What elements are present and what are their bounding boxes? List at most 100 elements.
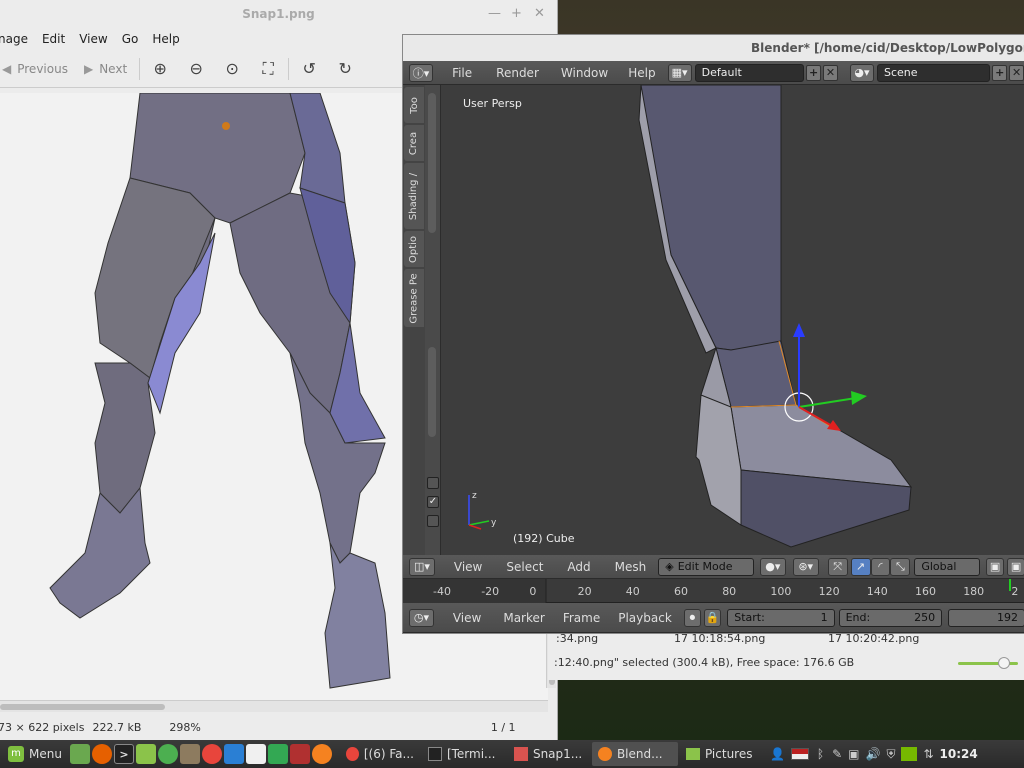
lock-icon[interactable]: 🔒 (704, 608, 722, 627)
task-chrome[interactable]: [(6) Fa... (340, 742, 420, 766)
tab-shading[interactable]: Shading / (404, 163, 424, 229)
network-icon[interactable]: ⇅ (923, 747, 933, 761)
tab-tools[interactable]: Too (404, 87, 424, 123)
keyboard-flag-icon[interactable] (790, 748, 809, 760)
layout-selector[interactable]: Default (694, 63, 805, 82)
tab-grease-pencil[interactable]: Grease Pe (404, 269, 424, 327)
pen-icon[interactable]: ✎ (832, 747, 842, 761)
bluetooth-icon[interactable]: ᛒ (817, 747, 824, 761)
viewport-shading-icon[interactable]: ●▾ (759, 557, 786, 576)
zoom-in-icon[interactable]: ⊕ (148, 57, 172, 81)
document-icon[interactable] (245, 744, 266, 764)
shield-icon[interactable]: ⛨ (886, 747, 895, 762)
menu-help[interactable]: Help (152, 32, 179, 46)
menu-window[interactable]: Window (553, 66, 616, 80)
menu-playback[interactable]: Playback (610, 611, 680, 625)
rotate-icon[interactable]: ◜ (870, 557, 891, 576)
translate-icon[interactable]: ↗ (850, 557, 871, 576)
editor-type-icon[interactable]: ◷▾ (409, 608, 434, 627)
next-button[interactable]: ▶ Next (84, 62, 127, 76)
remove-layout-button[interactable]: ✕ (823, 64, 838, 81)
calc-icon[interactable] (267, 744, 288, 764)
blender-icon[interactable] (311, 744, 332, 764)
menu-go[interactable]: Go (122, 32, 139, 46)
editor-type-icon[interactable]: ◫▾ (409, 557, 435, 576)
zoom-normal-icon[interactable]: ⊙ (220, 57, 244, 81)
checkbox[interactable] (427, 477, 439, 489)
pivot-point-icon[interactable]: ⊛▾ (792, 557, 819, 576)
menu-image[interactable]: nage (0, 32, 28, 46)
firefox-icon[interactable] (91, 744, 112, 764)
task-blender[interactable]: Blend... (591, 742, 678, 766)
keying-icon[interactable]: ⏺ (683, 608, 701, 627)
menu-file[interactable]: File (444, 66, 480, 80)
game-icon[interactable] (289, 744, 310, 764)
menu-view[interactable]: View (445, 611, 489, 625)
menu-edit[interactable]: Edit (42, 32, 65, 46)
writer-icon[interactable] (223, 744, 244, 764)
view3d-header: ◫▾ View Select Add Mesh ◈ Edit Mode ●▾ ⊛… (403, 555, 1024, 579)
rotate-right-icon[interactable]: ↻ (333, 57, 357, 81)
show-desktop-icon[interactable] (69, 744, 90, 764)
remove-scene-button[interactable]: ✕ (1009, 64, 1024, 81)
info-editor-icon[interactable]: ⓘ▾ (409, 63, 434, 82)
arrow-right-icon: ▶ (83, 61, 94, 76)
task-pictures[interactable]: Pictures (680, 742, 764, 766)
menu-render[interactable]: Render (488, 66, 547, 80)
layer-icon[interactable]: ▣ (1007, 557, 1024, 576)
terminal-icon[interactable]: > (113, 744, 134, 764)
menu-add[interactable]: Add (559, 560, 598, 574)
manipulator-icon[interactable]: ⤧ (827, 557, 848, 576)
scene-icon[interactable]: ◕▾ (849, 63, 874, 82)
add-scene-button[interactable]: + (992, 64, 1008, 81)
mode-selector[interactable]: ◈ Edit Mode (658, 557, 754, 576)
user-icon[interactable]: 👤 (770, 747, 785, 761)
menu-frame[interactable]: Frame (555, 611, 608, 625)
scene-selector[interactable]: Scene (877, 63, 991, 82)
close-icon[interactable]: ✕ (534, 6, 545, 21)
checkbox-checked[interactable]: ✓ (427, 496, 439, 508)
menu-mesh[interactable]: Mesh (607, 560, 655, 574)
tool-shelf-scrollbar[interactable] (428, 93, 436, 233)
minimize-icon[interactable]: — (488, 6, 501, 21)
zoom-out-icon[interactable]: ⊖ (184, 57, 208, 81)
scale-icon[interactable]: ⤡ (890, 557, 911, 576)
end-frame-field[interactable]: End: 250 (838, 608, 943, 627)
previous-button[interactable]: ◀ Previous (2, 62, 68, 76)
tab-create[interactable]: Crea (404, 125, 424, 161)
rotate-left-icon[interactable]: ↺ (297, 57, 321, 81)
zoom-slider-handle[interactable] (998, 657, 1010, 669)
layout-icon[interactable]: ▦▾ (667, 63, 692, 82)
menu-view[interactable]: View (79, 32, 107, 46)
properties-scrollbar[interactable] (428, 347, 436, 437)
task-image-viewer[interactable]: Snap1... (508, 742, 590, 766)
add-layout-button[interactable]: + (806, 64, 822, 81)
chrome-icon[interactable] (201, 744, 222, 764)
maximize-icon[interactable]: + (511, 6, 522, 21)
volume-icon[interactable]: 🔊 (866, 747, 881, 761)
menu-button[interactable]: m Menu (2, 742, 68, 766)
checkbox[interactable] (427, 515, 439, 527)
current-frame-field[interactable]: 192 (948, 608, 1024, 627)
removable-drive-icon[interactable]: ▣ (848, 747, 859, 761)
task-terminal[interactable]: [Termi... (422, 742, 506, 766)
clock[interactable]: 10:24 (940, 747, 978, 761)
horizontal-scrollbar[interactable] (0, 700, 548, 712)
timeline-tick-label: -20 (481, 585, 499, 598)
timeline-ruler[interactable]: -40 -20 0 20 40 60 80 100 120 140 160 180 2 (403, 579, 1024, 603)
layer-icon[interactable]: ▣ (986, 557, 1005, 576)
menu-select[interactable]: Select (498, 560, 551, 574)
menu-help[interactable]: Help (620, 66, 663, 80)
nvidia-icon[interactable] (901, 747, 918, 761)
start-frame-field[interactable]: Start: 1 (727, 608, 835, 627)
3d-viewport[interactable]: User Persp z y (192) Cube (441, 85, 1024, 555)
menu-marker[interactable]: Marker (495, 611, 552, 625)
menu-view[interactable]: View (446, 560, 490, 574)
tool-shelf-panel[interactable]: ✓ (425, 85, 441, 555)
files-icon[interactable] (135, 744, 156, 764)
tab-options[interactable]: Optio (404, 231, 424, 267)
browser-icon[interactable] (157, 744, 178, 764)
gimp-icon[interactable] (179, 744, 200, 764)
orientation-selector[interactable]: Global (914, 557, 981, 576)
zoom-fit-icon[interactable]: ⛶ (256, 57, 280, 81)
